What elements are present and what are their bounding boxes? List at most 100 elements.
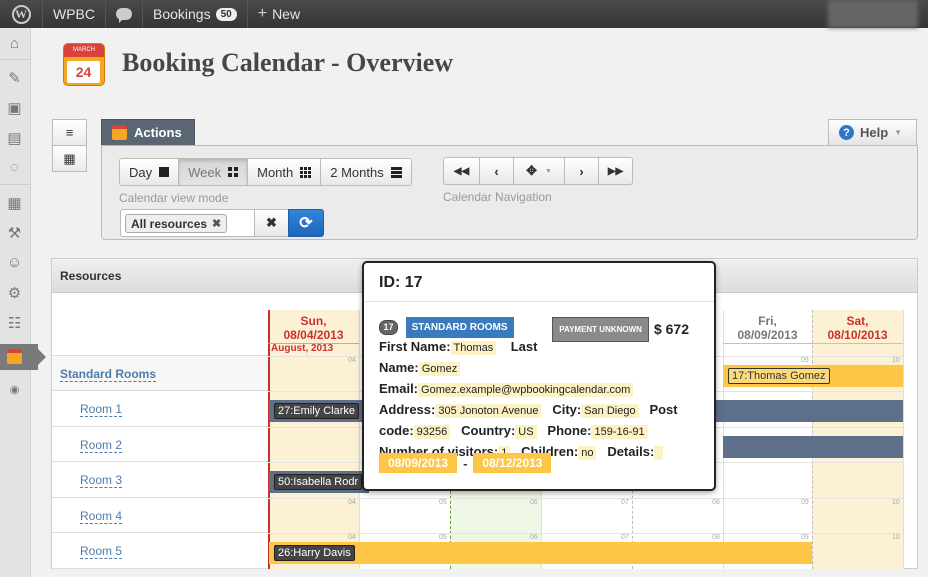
plugins-icon[interactable]: ⚒ xyxy=(5,223,24,242)
media-icon[interactable]: ▣ xyxy=(5,98,24,117)
comments-icon[interactable]: ◌ xyxy=(5,158,24,177)
booking-details-popover: ID: 17 17 STANDARD ROOMS PAYMENT UNKNOWN… xyxy=(362,261,716,491)
toggle-calendar-view-button[interactable]: ▦ xyxy=(52,145,87,172)
nav-next-button[interactable]: › xyxy=(564,157,599,185)
hour-label: 04 xyxy=(348,534,356,541)
popover-body: 17 STANDARD ROOMS PAYMENT UNKNOWN $ 672 … xyxy=(379,317,704,463)
nav-prev-button[interactable]: ‹ xyxy=(479,157,514,185)
bookings-menu[interactable]: Bookings 50 xyxy=(143,0,248,28)
hour-label: 07 xyxy=(621,534,629,541)
clear-resources-button[interactable]: ✖ xyxy=(254,209,289,237)
resource-select[interactable]: All resources ✖ xyxy=(120,209,255,237)
appearance-icon[interactable]: ▦ xyxy=(5,193,24,212)
resource-row: Room 2 xyxy=(52,427,268,462)
details-value xyxy=(654,446,664,460)
email-label: Email: xyxy=(379,381,419,396)
hour-label: 04 xyxy=(348,357,356,364)
tools-icon[interactable]: ⚙ xyxy=(5,283,24,302)
resource-row: Room 1 xyxy=(52,391,268,427)
booking-calendar-menu-active[interactable] xyxy=(0,344,46,370)
resource-link-room-4[interactable]: Room 4 xyxy=(80,510,123,524)
collapse-menu-icon[interactable]: ◉ xyxy=(5,380,24,399)
hour-label: 10 xyxy=(892,499,900,506)
booking-calendar-icon xyxy=(7,349,22,364)
date-from: 08/09/2013 xyxy=(379,453,458,473)
post-code-label: code: xyxy=(379,423,414,438)
hour-label: 07 xyxy=(621,499,629,506)
chevron-right-icon: › xyxy=(579,163,584,179)
refresh-icon: ⟳ xyxy=(299,215,313,232)
toolbar-tab-bar xyxy=(101,119,918,146)
payment-badge: PAYMENT UNKNOWN xyxy=(552,317,649,342)
last-name-label: Last xyxy=(510,339,538,354)
new-content-button[interactable]: + New xyxy=(248,0,310,28)
day-name: Sat, xyxy=(846,314,869,328)
actions-tab[interactable]: Actions xyxy=(101,119,195,146)
view-week-button[interactable]: Week xyxy=(178,158,249,186)
posts-pin-icon[interactable]: ✎ xyxy=(5,68,24,87)
bookings-count-badge: 50 xyxy=(215,7,237,21)
remove-chip-icon[interactable]: ✖ xyxy=(212,217,221,230)
resource-link-room-5[interactable]: Room 5 xyxy=(80,545,123,559)
booking-bar-room2[interactable] xyxy=(723,436,903,458)
chevron-left-icon: ‹ xyxy=(494,163,499,179)
comment-icon xyxy=(116,8,132,23)
email-value: Gomez.example@wpbookingcalendar.com xyxy=(418,383,634,397)
users-icon[interactable]: ☺ xyxy=(5,253,24,272)
resource-link-room-2[interactable]: Room 2 xyxy=(80,439,123,453)
comments-button[interactable] xyxy=(106,0,143,28)
view-2months-button[interactable]: 2 Months xyxy=(320,158,412,186)
hour-label: 10 xyxy=(892,357,900,364)
resource-chip-label: All resources xyxy=(131,216,208,231)
popover-title: ID: 17 xyxy=(379,274,423,291)
nav-go-to-dropdown[interactable]: ✥ ▼ xyxy=(513,157,565,185)
dashboard-icon[interactable]: ⌂ xyxy=(5,34,24,53)
day-date: 08/04/2013 xyxy=(283,328,344,342)
view-month-button[interactable]: Month xyxy=(247,158,322,186)
caret-down-icon: ▼ xyxy=(894,128,903,137)
resource-link-standard-rooms[interactable]: Standard Rooms xyxy=(60,368,157,382)
hour-label: 10 xyxy=(892,534,900,541)
booking-bar-26[interactable]: 26:Harry Davis xyxy=(269,542,812,564)
view-day-label: Day xyxy=(129,164,153,180)
question-icon: ? xyxy=(839,125,854,140)
booking-label: 50:Isabella Rodr xyxy=(274,474,363,490)
day-name: Fri, xyxy=(758,314,777,328)
nav-first-button[interactable]: ◀◀ xyxy=(443,157,480,185)
view-day-button[interactable]: Day xyxy=(119,158,180,186)
resource-row: Room 5 xyxy=(52,533,268,569)
resource-row: Room 4 xyxy=(52,498,268,533)
city-label: City: xyxy=(552,402,582,417)
booking-id-badge: 17 xyxy=(379,320,398,336)
resource-chip: All resources ✖ xyxy=(125,214,228,233)
help-dropdown[interactable]: ? Help ▼ xyxy=(828,119,917,146)
day-date: 08/10/2013 xyxy=(827,328,888,342)
booking-bar-50[interactable]: 50:Isabella Rodr xyxy=(269,471,369,493)
pages-icon[interactable]: ▤ xyxy=(5,128,24,147)
hour-label: 04 xyxy=(348,499,356,506)
resource-row: Standard Rooms xyxy=(52,356,268,391)
phone-value: 159-16-91 xyxy=(591,425,648,439)
phone-label: Phone: xyxy=(547,423,592,438)
resource-link-room-1[interactable]: Room 1 xyxy=(80,403,123,417)
list-icon: ≡ xyxy=(65,125,74,140)
timeline-title: Resources xyxy=(60,269,122,283)
refresh-button[interactable]: ⟳ xyxy=(288,209,324,237)
booking-bar-17[interactable]: 17:Thomas Gomez xyxy=(723,365,903,387)
resource-link-room-3[interactable]: Room 3 xyxy=(80,474,123,488)
hour-label: 06 xyxy=(530,499,538,506)
toggle-list-view-button[interactable]: ≡ xyxy=(52,119,87,146)
settings-icon[interactable]: ☷ xyxy=(5,313,24,332)
site-name-link[interactable]: WPBC xyxy=(43,0,106,28)
date-to: 08/12/2013 xyxy=(473,453,552,473)
help-label: Help xyxy=(860,125,889,140)
booking-label: 26:Harry Davis xyxy=(274,545,355,561)
wordpress-logo-button[interactable]: W xyxy=(0,0,43,28)
hour-label: 09 xyxy=(801,534,809,541)
user-greeting-blurred[interactable] xyxy=(828,0,918,28)
booking-price: $ 672 xyxy=(653,321,689,337)
close-icon: ✖ xyxy=(266,215,277,230)
last-name-value: Gomez xyxy=(418,362,461,376)
hour-label: 05 xyxy=(439,499,447,506)
nav-last-button[interactable]: ▶▶ xyxy=(598,157,633,185)
